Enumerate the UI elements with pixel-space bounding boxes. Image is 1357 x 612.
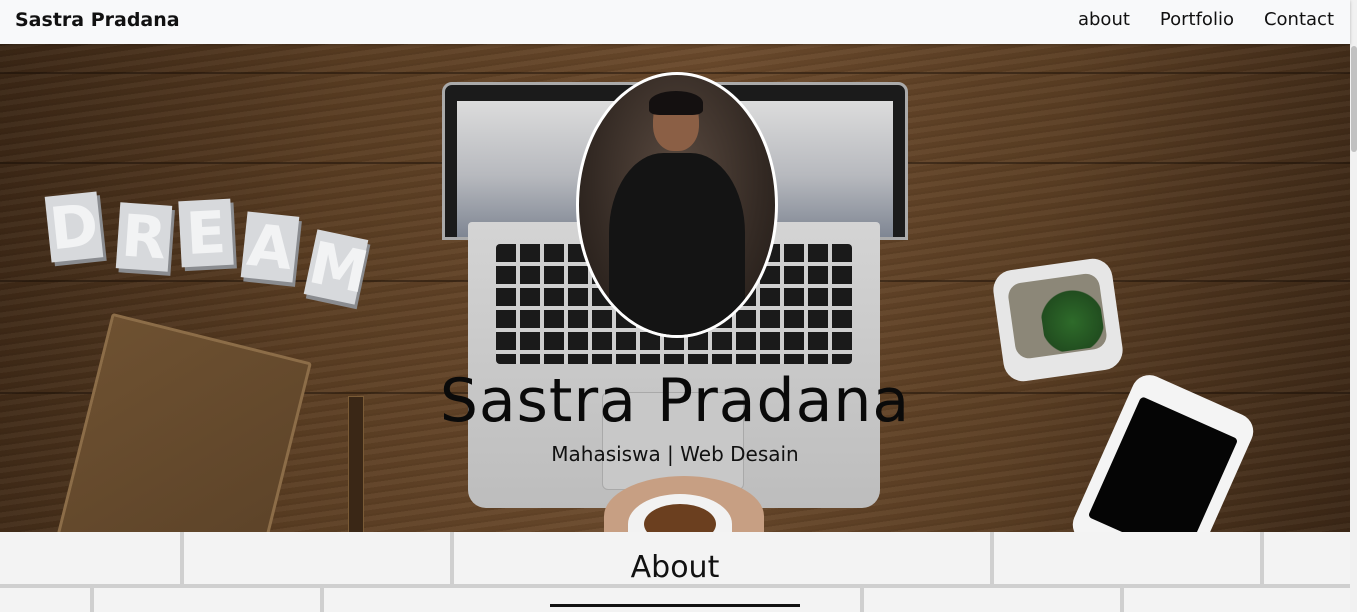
coffee <box>644 504 716 532</box>
about-underline <box>550 604 800 607</box>
avatar-hair <box>649 91 703 115</box>
navbar-brand[interactable]: Sastra Pradana <box>15 9 180 31</box>
dream-letter: D <box>44 190 104 264</box>
brick-joint <box>860 588 864 612</box>
dream-letter: M <box>303 228 375 307</box>
nav-link-contact[interactable]: Contact <box>1264 9 1334 30</box>
hero-title: Sastra Pradana <box>439 366 911 436</box>
avatar-body <box>609 153 745 335</box>
dream-letter: E <box>178 198 234 268</box>
brick-joint <box>320 588 324 612</box>
brick-joint <box>1120 588 1124 612</box>
hero-subtitle: Mahasiswa | Web Desain <box>551 442 799 466</box>
hero-section: D R E A M Sastra Pradana Mahasiswa | Web… <box>0 44 1350 532</box>
scrollbar-thumb[interactable] <box>1351 46 1357 152</box>
brick-joint <box>90 588 94 612</box>
about-heading: About <box>630 550 720 585</box>
nav-link-about[interactable]: about <box>1078 9 1130 30</box>
profile-avatar <box>576 72 778 338</box>
nav-links: about Portfolio Contact <box>1078 9 1334 30</box>
about-section: About <box>0 532 1350 612</box>
succulent-plant <box>1036 276 1107 354</box>
navbar: Sastra Pradana about Portfolio Contact <box>0 0 1350 44</box>
plant-pot-image <box>990 256 1126 384</box>
pot-soil <box>1006 272 1109 361</box>
nav-link-portfolio[interactable]: Portfolio <box>1160 9 1234 30</box>
dream-letter: R <box>115 202 173 272</box>
dream-letter: A <box>240 211 300 283</box>
